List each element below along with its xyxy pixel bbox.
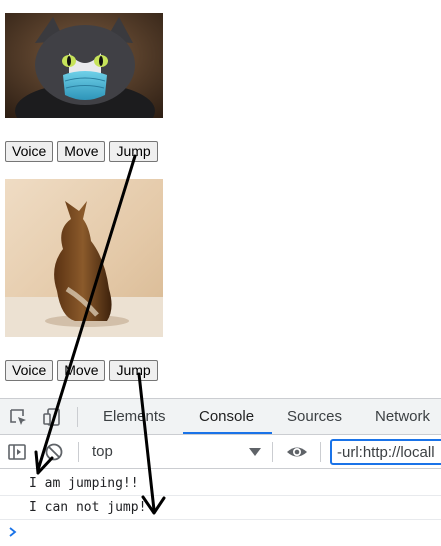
devtools-tab-bar: Elements Console Sources Network [0,398,441,435]
toolbar-divider [272,442,273,462]
console-toolbar: top [0,435,441,469]
active-tab-indicator [183,432,272,434]
wooden-cat-figurine-image [5,179,163,337]
devtools-panel: Elements Console Sources Network top I a [0,398,441,546]
move-button[interactable]: Move [57,141,106,162]
toolbar-divider [77,407,78,427]
console-message: I am jumping!! [0,472,441,496]
voice-button[interactable]: Voice [5,141,54,162]
tab-network[interactable]: Network [375,399,430,434]
card2-controls: Voice Move Jump [5,360,158,381]
dropdown-arrow-icon[interactable] [249,448,261,456]
jump-button[interactable]: Jump [109,360,158,381]
cat-with-mask-image [5,13,163,118]
jump-button[interactable]: Jump [109,141,158,162]
console-prompt-chevron-icon[interactable] [8,525,18,539]
live-expression-eye-icon[interactable] [286,442,308,462]
sidebar-toggle-icon[interactable] [7,442,27,462]
toolbar-divider [78,442,79,462]
console-message: I can not jump! [0,496,441,520]
move-button[interactable]: Move [57,360,106,381]
tab-elements[interactable]: Elements [103,399,166,434]
device-toolbar-icon[interactable] [42,407,62,427]
context-selector[interactable]: top [92,435,264,468]
tab-sources[interactable]: Sources [287,399,342,434]
voice-button[interactable]: Voice [5,360,54,381]
inspect-element-icon[interactable] [8,407,28,427]
context-selector-value: top [92,443,113,460]
tab-console[interactable]: Console [199,399,254,434]
clear-console-icon[interactable] [44,442,64,462]
toolbar-divider [320,442,321,462]
card1-controls: Voice Move Jump [5,141,158,162]
console-filter-input[interactable] [330,439,441,465]
